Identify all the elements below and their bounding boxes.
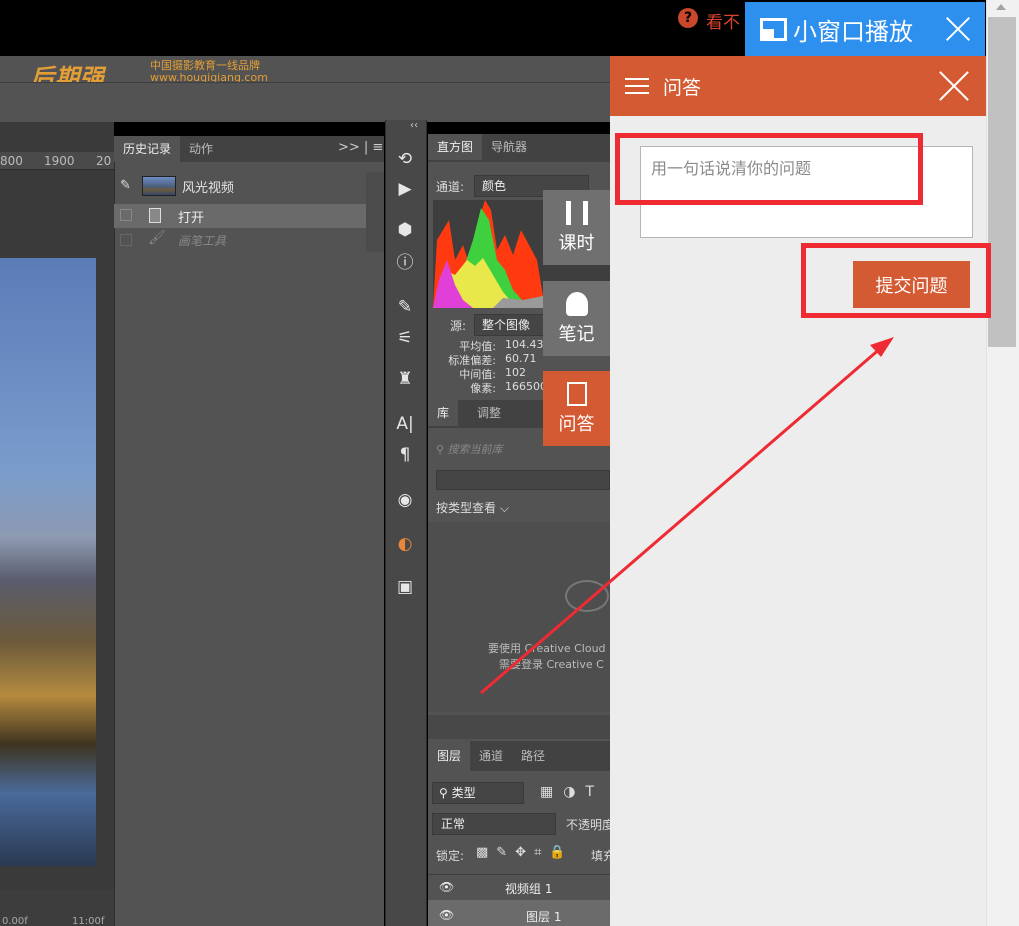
brush-presets-icon[interactable]: ✎ [392, 294, 418, 320]
tab-adjustments[interactable]: 调整 [468, 400, 510, 426]
layer-row[interactable] [428, 900, 610, 926]
library-content [428, 522, 610, 712]
brush-icon: 🖌 [148, 230, 166, 246]
layer-name: 图层 1 [526, 910, 562, 924]
timeline-strip: 0.00f 11:00f [0, 890, 114, 926]
stat-value: 60.71 [505, 352, 537, 365]
adjust-icon[interactable]: ⚟ [392, 325, 418, 351]
lesson-label: 课时 [558, 232, 595, 254]
tab-actions[interactable]: 动作 [180, 136, 222, 162]
layer-filter-select[interactable]: ⚲ 类型 [432, 782, 524, 804]
library-footer [428, 715, 610, 739]
books-icon [565, 200, 588, 225]
brush-icon: ✎ [120, 178, 131, 193]
opacity-label: 不透明度 [566, 818, 615, 832]
library-search-placeholder: 搜索当前库 [447, 443, 503, 456]
snapshot-label[interactable]: 风光视频 [182, 177, 234, 196]
lock-icons[interactable]: ▩✎✥⌗🔒 [476, 845, 574, 860]
notes-label: 笔记 [558, 323, 595, 345]
tab-history[interactable]: 历史记录 [114, 136, 181, 162]
eye-icon[interactable]: 👁 [439, 908, 454, 922]
close-icon[interactable] [945, 16, 971, 42]
eye-icon[interactable]: 👁 [439, 880, 454, 894]
tab-paths[interactable]: 路径 [512, 741, 554, 771]
paragraph-icon[interactable]: ¶ [392, 442, 418, 468]
histogram-tabs: 直方图 导航器 [428, 134, 610, 162]
timeline-end: 11:00f [72, 916, 105, 926]
qa-title: 问答 [663, 76, 702, 99]
cc-message: 要使用 Creative Cloud [488, 642, 606, 655]
lock-label: 锁定: [436, 849, 465, 863]
qa-button[interactable]: 问答 [543, 371, 610, 446]
annotation-box-input [615, 133, 923, 205]
3d-icon[interactable]: ⬢ [392, 217, 418, 243]
lesson-button[interactable]: 课时 [543, 190, 610, 265]
creative-cloud-icon [565, 580, 609, 612]
help-icon[interactable]: ? [678, 8, 698, 28]
tab-channels[interactable]: 通道 [470, 741, 512, 771]
stat-value: 104.43 [505, 338, 544, 351]
library-select[interactable] [436, 470, 610, 490]
document-icon [149, 208, 161, 223]
history-checkbox[interactable] [120, 234, 132, 246]
info-icon[interactable]: ⓘ [392, 250, 418, 276]
timeline-start: 0.00f [2, 916, 28, 926]
landscape-photo [0, 258, 96, 866]
mini-player-label: 小窗口播放 [793, 17, 913, 46]
scroll-thumb[interactable] [988, 17, 1016, 347]
layer-name: 视频组 1 [505, 882, 553, 896]
close-icon[interactable] [939, 71, 969, 101]
snapshot-thumbnail[interactable] [142, 176, 176, 196]
source-label: 源: [450, 319, 467, 333]
stat-value: 102 [505, 366, 526, 379]
tab-library[interactable]: 库 [428, 400, 459, 426]
history-panel [114, 136, 384, 926]
layer-filter-label: 类型 [451, 786, 476, 800]
edit-icon [566, 381, 587, 406]
help-hint-text[interactable]: 看不 [706, 8, 740, 33]
tab-layers[interactable]: 图层 [428, 741, 471, 771]
stat-label: 像素: [470, 382, 496, 395]
tab-navigator[interactable]: 导航器 [482, 134, 536, 160]
mini-window-icon [760, 17, 787, 41]
options-bar [0, 83, 610, 121]
menu-icon[interactable] [625, 78, 649, 94]
panel-menu-icon[interactable]: >> | ≡ [338, 140, 383, 155]
view-by-label: 按类型查看 [436, 501, 497, 515]
ruler: 800 1900 20 [0, 152, 114, 170]
history-tool-icon[interactable]: ⟲ [392, 146, 418, 172]
annotation-box-submit [801, 243, 991, 318]
history-item-label: 打开 [178, 211, 205, 226]
history-item-label[interactable]: 画笔工具 [178, 232, 226, 249]
notes-button[interactable]: 笔记 [543, 281, 610, 356]
ruler-mark: 20 [96, 154, 112, 168]
play-icon[interactable]: ▶ [392, 176, 418, 202]
ruler-mark: 1900 [44, 154, 75, 168]
view-by-select[interactable]: 按类型查看 ⌵ [436, 499, 509, 516]
stat-value: 166500 [505, 380, 547, 393]
source-select[interactable]: 整个图像 [474, 314, 549, 336]
blend-mode-select[interactable]: 正常 [432, 813, 556, 835]
ruler-mark: 800 [0, 154, 23, 168]
library-search[interactable]: ⚲ 搜索当前库 [436, 441, 503, 457]
scrollbar[interactable] [366, 172, 384, 252]
timeline-icon[interactable]: ◐ [392, 531, 418, 557]
history-checkbox[interactable] [120, 209, 132, 221]
tab-histogram[interactable]: 直方图 [428, 134, 483, 160]
collapse-icon[interactable]: ‹‹ [410, 120, 418, 131]
qa-header: 问答 [610, 56, 986, 116]
mini-player-button[interactable]: 小窗口播放 [745, 2, 985, 56]
cc-message: 需要登录 Creative C [499, 658, 604, 671]
notes-icon [565, 291, 588, 316]
stamp-icon[interactable]: ♜ [392, 366, 418, 392]
channel-label: 通道: [436, 180, 465, 194]
layer-tabs: 图层 通道 路径 [428, 741, 610, 771]
layer-comp-icon[interactable]: ▣ [392, 574, 418, 600]
camera-icon[interactable]: ◉ [392, 487, 418, 513]
character-icon[interactable]: A| [392, 411, 418, 437]
qa-label: 问答 [558, 413, 595, 435]
filter-icons[interactable]: ▦◑T [540, 784, 604, 800]
scroll-up-icon[interactable] [996, 4, 1006, 10]
